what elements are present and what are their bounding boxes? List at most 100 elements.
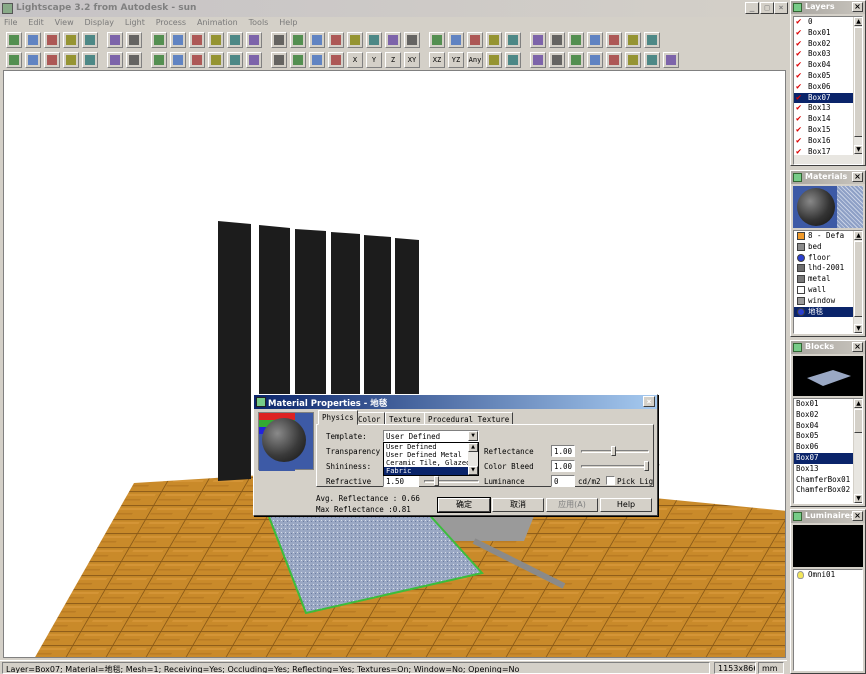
blocks-icon[interactable] <box>486 32 502 48</box>
select-object-icon[interactable] <box>63 52 79 68</box>
open-icon[interactable] <box>25 32 41 48</box>
blocks-close-button[interactable]: × <box>852 342 863 352</box>
material-item[interactable]: wall <box>794 285 862 296</box>
image-icon[interactable] <box>644 32 660 48</box>
layers-icon[interactable] <box>448 32 464 48</box>
layer-item[interactable]: ✔ Box14 <box>794 114 862 125</box>
select-arrow-icon[interactable] <box>25 52 41 68</box>
person-run-icon[interactable] <box>530 52 546 68</box>
block-select-icon[interactable] <box>189 52 205 68</box>
layers-list[interactable]: ✔ 0 ✔ Box01 ✔ Box02 ✔ Box03 ✔ Box04 ✔ Box05 ✔ Box06 ✔ B… <box>793 16 863 165</box>
person-walk-icon[interactable] <box>549 52 565 68</box>
refractive-slider[interactable] <box>424 480 479 483</box>
orbit-icon[interactable] <box>404 32 420 48</box>
template-select[interactable]: User Defined ▼ <box>383 430 479 442</box>
tab-physics[interactable]: Physics <box>318 410 358 425</box>
material-item[interactable]: bed <box>794 242 862 253</box>
luminaires-icon[interactable] <box>505 32 521 48</box>
menu-tools[interactable]: Tools <box>245 17 273 28</box>
visible-check-icon[interactable]: ✔ <box>796 49 801 60</box>
visible-check-icon[interactable]: ✔ <box>796 60 801 71</box>
camera-icon[interactable] <box>290 32 306 48</box>
print-preview-icon[interactable] <box>107 32 123 48</box>
constrain-z-icon[interactable]: Z <box>385 52 401 68</box>
display-mode-icon[interactable] <box>530 32 546 48</box>
visible-check-icon[interactable]: ✔ <box>796 93 801 104</box>
visible-check-icon[interactable]: ✔ <box>796 125 801 136</box>
material-item[interactable]: 8 - Defa <box>794 231 862 242</box>
material-item[interactable]: window <box>794 296 862 307</box>
template-option[interactable]: Ceramic Tile, Glazed <box>384 459 478 467</box>
block-item[interactable]: Box06 <box>794 442 862 453</box>
select-layer-icon[interactable] <box>107 52 123 68</box>
wireframe-icon[interactable] <box>606 32 622 48</box>
template-option-selected[interactable]: Fabric <box>384 467 478 475</box>
layers-hscrollbar[interactable] <box>794 155 855 164</box>
materials-list[interactable]: 8 - Defa bed floor lhd-2001 metal wall window 地… <box>793 230 863 334</box>
render-icon[interactable] <box>429 32 445 48</box>
view-front-icon[interactable] <box>170 32 186 48</box>
scroll-thumb[interactable] <box>854 409 862 433</box>
save-icon[interactable] <box>44 32 60 48</box>
sun-icon[interactable] <box>505 52 521 68</box>
help-context-icon[interactable] <box>126 32 142 48</box>
globe-small-icon[interactable] <box>625 52 641 68</box>
layer-select-icon[interactable] <box>208 52 224 68</box>
surface-select-icon[interactable] <box>170 52 186 68</box>
luminance-input[interactable]: 0 <box>551 475 575 487</box>
layer-item[interactable]: ✔ Box16 <box>794 136 862 147</box>
cancel-button[interactable]: 取消 <box>492 498 544 512</box>
materials-scrollbar[interactable]: ▲ ▼ <box>853 231 862 333</box>
shading-icon[interactable] <box>587 32 603 48</box>
material-item[interactable]: lhd-2001 <box>794 263 862 274</box>
process-icon[interactable] <box>568 32 584 48</box>
materials-close-button[interactable]: × <box>852 172 863 182</box>
luminaire-item[interactable]: Omni01 <box>794 570 862 581</box>
visible-check-icon[interactable]: ✔ <box>796 71 801 82</box>
menu-file[interactable]: File <box>0 17 21 28</box>
reflectance-slider-thumb[interactable] <box>611 446 616 456</box>
undo-icon[interactable] <box>63 32 79 48</box>
view-top-icon[interactable] <box>246 32 262 48</box>
dialog-close-button[interactable]: × <box>643 396 655 407</box>
menu-edit[interactable]: Edit <box>24 17 48 28</box>
luminaires-close-button[interactable]: × <box>852 511 863 521</box>
block-item[interactable]: Box01 <box>794 399 862 410</box>
template-option[interactable]: User Defined Metal <box>384 451 478 459</box>
menu-view[interactable]: View <box>51 17 78 28</box>
view-back-icon[interactable] <box>189 32 205 48</box>
ok-button[interactable]: 确定 <box>437 497 491 513</box>
scroll-thumb[interactable] <box>854 241 862 317</box>
scroll-thumb[interactable] <box>854 27 862 137</box>
color-bleed-slider[interactable] <box>581 465 649 468</box>
block-item[interactable]: Box07 <box>794 452 862 464</box>
scroll-up-arrow[interactable]: ▲ <box>468 443 478 452</box>
globe-render-icon[interactable] <box>625 32 641 48</box>
layer-item[interactable]: ✔ Box03 <box>794 49 862 60</box>
rotate-3d-icon[interactable] <box>328 52 344 68</box>
scale-icon[interactable] <box>309 52 325 68</box>
menu-display[interactable]: Display <box>81 17 119 28</box>
select-region-icon[interactable] <box>44 52 60 68</box>
block-item[interactable]: Box13 <box>794 464 862 475</box>
visible-check-icon[interactable]: ✔ <box>796 28 801 39</box>
constrain-xz-icon[interactable]: XZ <box>429 52 445 68</box>
scroll-down-arrow[interactable]: ▼ <box>854 324 862 333</box>
scroll-up-arrow[interactable]: ▲ <box>854 17 862 26</box>
minimize-button[interactable]: _ <box>745 2 759 14</box>
chevron-down-icon[interactable]: ▼ <box>468 431 478 441</box>
constrain-yz-icon[interactable]: YZ <box>448 52 464 68</box>
block-item[interactable]: ChamferBox02 <box>794 485 862 496</box>
maximize-button[interactable]: □ <box>760 2 774 14</box>
menu-help[interactable]: Help <box>275 17 301 28</box>
list-icon[interactable] <box>606 52 622 68</box>
color-bleed-slider-thumb[interactable] <box>644 461 649 471</box>
template-dropdown-list[interactable]: User Defined User Defined Metal Ceramic … <box>383 442 479 476</box>
zoom-extents-icon[interactable] <box>271 32 287 48</box>
brush-icon[interactable] <box>663 52 679 68</box>
3d-viewport[interactable] <box>3 70 786 658</box>
scroll-down-arrow[interactable]: ▼ <box>854 145 862 154</box>
copy-icon[interactable] <box>126 52 142 68</box>
pick-light-checkbox[interactable] <box>606 476 615 485</box>
paste-icon[interactable] <box>151 52 167 68</box>
